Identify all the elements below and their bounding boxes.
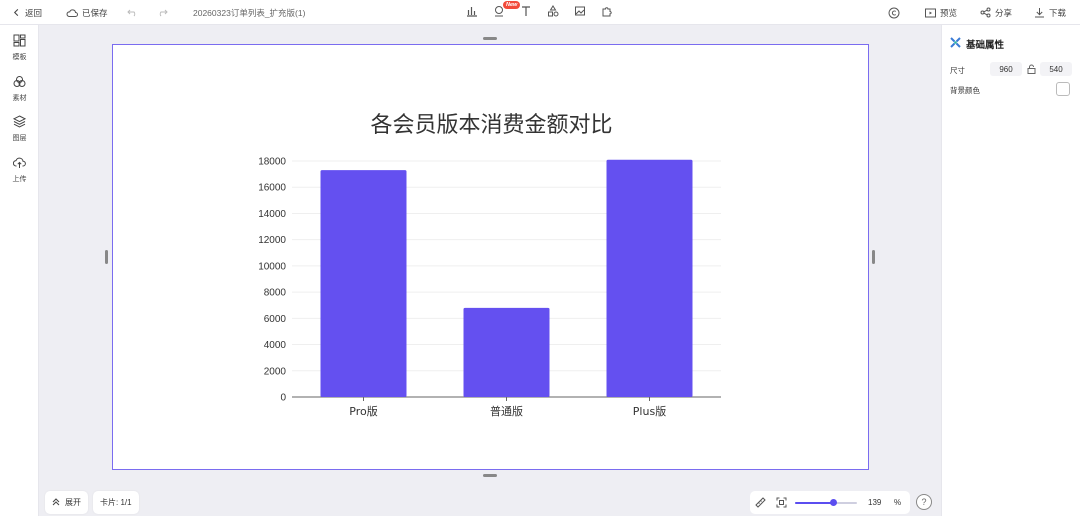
design-canvas[interactable]: 各会员版本消费金额对比 0 2000 4000 6000 8000 10000 12000 1…: [112, 44, 869, 470]
resize-handle-left[interactable]: [105, 250, 108, 264]
sidebar-item-upload[interactable]: 上传: [0, 156, 39, 184]
download-icon: [1034, 7, 1045, 18]
zoom-controls: 139 %: [750, 491, 910, 514]
download-label: 下载: [1049, 7, 1067, 18]
card-counter[interactable]: 卡片: 1/1: [93, 491, 139, 514]
zoom-value[interactable]: 139: [868, 491, 881, 514]
top-toolbar: 返回 已保存 20260323订单列表_扩充版(1) New 预览 分享 下载: [0, 0, 1080, 25]
back-label: 返回: [25, 7, 43, 18]
sidebar-item-label: 上传: [12, 176, 27, 183]
document-title[interactable]: 20260323订单列表_扩充版(1): [193, 0, 305, 25]
panel-header: 基础属性: [950, 37, 1004, 51]
y-tick-label: 8000: [264, 288, 287, 299]
x-tick-label: Pro版: [349, 404, 377, 418]
sidebar-item-label: 模板: [12, 54, 27, 61]
x-tick-label: 普通版: [490, 404, 523, 418]
panel-title: 基础属性: [966, 40, 1005, 51]
properties-panel: 基础属性 尺寸 960 540 背景颜色: [941, 25, 1080, 516]
y-tick-label: 14000: [258, 209, 286, 220]
bar-1: [463, 307, 550, 397]
undo-button[interactable]: [127, 0, 138, 25]
shapes-icon: [547, 5, 559, 19]
y-tick-label: 18000: [258, 157, 286, 168]
y-tick-label: 6000: [264, 314, 287, 325]
redo-button[interactable]: [157, 0, 168, 25]
preview-label: 预览: [940, 7, 958, 18]
zoom-slider-fill: [795, 502, 834, 504]
x-tick-label: Plus版: [633, 404, 666, 418]
sidebar-item-layers[interactable]: 图层: [0, 115, 39, 143]
cloud-check-icon: [66, 8, 78, 18]
saved-label: 已保存: [82, 7, 108, 18]
image-icon: [574, 5, 586, 19]
plugin-tool-button[interactable]: [600, 5, 614, 19]
bg-color-label: 背景颜色: [950, 86, 980, 95]
back-button[interactable]: 返回: [12, 0, 42, 25]
bar-chart-icon: [466, 5, 478, 19]
download-button[interactable]: 下载: [1034, 0, 1066, 25]
new-badge: New: [503, 1, 521, 9]
redo-icon: [157, 8, 168, 17]
resize-handle-bottom[interactable]: [483, 474, 497, 477]
share-icon: [980, 7, 991, 18]
expand-button[interactable]: 展开: [45, 491, 88, 514]
shape-tool-button[interactable]: [546, 5, 560, 19]
y-tick-label: 2000: [264, 366, 287, 377]
resize-handle-top[interactable]: [483, 37, 497, 40]
aspect-lock-icon[interactable]: [1027, 64, 1036, 76]
text-tool-button[interactable]: [519, 5, 533, 19]
left-sidebar: 模板 素材 图层 上传: [0, 25, 39, 516]
preview-button[interactable]: 预览: [925, 0, 957, 25]
bg-color-picker[interactable]: [1056, 82, 1070, 96]
sidebar-item-template[interactable]: 模板: [0, 34, 39, 62]
y-tick-label: 12000: [258, 235, 286, 246]
ruler-icon[interactable]: [755, 497, 766, 510]
save-status: 已保存: [66, 0, 108, 25]
double-chevron-up-icon: [52, 497, 60, 508]
upload-icon: [12, 156, 26, 171]
share-label: 分享: [995, 7, 1013, 18]
layers-icon: [12, 115, 27, 130]
card-label: 卡片: 1/1: [100, 498, 132, 507]
y-tick-label: 10000: [258, 261, 286, 272]
preview-icon: [925, 8, 936, 18]
bar-2: [606, 159, 693, 397]
puzzle-icon: [601, 5, 613, 19]
chevron-left-icon: [12, 8, 21, 17]
sidebar-item-label: 图层: [12, 135, 27, 142]
zoom-percent-sign: %: [894, 498, 902, 507]
sidebar-item-assets[interactable]: 素材: [0, 75, 39, 103]
y-tick-label: 4000: [264, 340, 287, 351]
resize-handle-right[interactable]: [872, 250, 875, 264]
bar-0: [320, 170, 407, 397]
copyright-icon: [888, 7, 900, 19]
chart-tool-button[interactable]: [465, 5, 479, 19]
settings-icon: [950, 37, 961, 51]
fit-screen-icon[interactable]: [776, 497, 787, 510]
undo-icon: [127, 8, 138, 17]
template-icon: [13, 34, 26, 49]
image-tool-button[interactable]: [573, 5, 587, 19]
sidebar-item-label: 素材: [12, 95, 27, 102]
expand-label: 展开: [65, 498, 81, 507]
zoom-slider[interactable]: [795, 499, 857, 506]
y-tick-label: 16000: [258, 183, 286, 194]
width-input[interactable]: 960: [990, 62, 1022, 76]
text-icon: [520, 5, 532, 19]
share-button[interactable]: 分享: [980, 0, 1012, 25]
help-button[interactable]: ?: [916, 494, 932, 510]
zoom-slider-handle[interactable]: [829, 499, 837, 506]
copyright-button[interactable]: [888, 0, 900, 25]
y-tick-label: 0: [280, 393, 286, 404]
height-input[interactable]: 540: [1040, 62, 1072, 76]
size-label: 尺寸: [950, 66, 965, 75]
assets-icon: [13, 75, 26, 90]
bar-chart: 0 2000 4000 6000 8000 10000 12000 14000 16000 180…: [258, 157, 721, 418]
